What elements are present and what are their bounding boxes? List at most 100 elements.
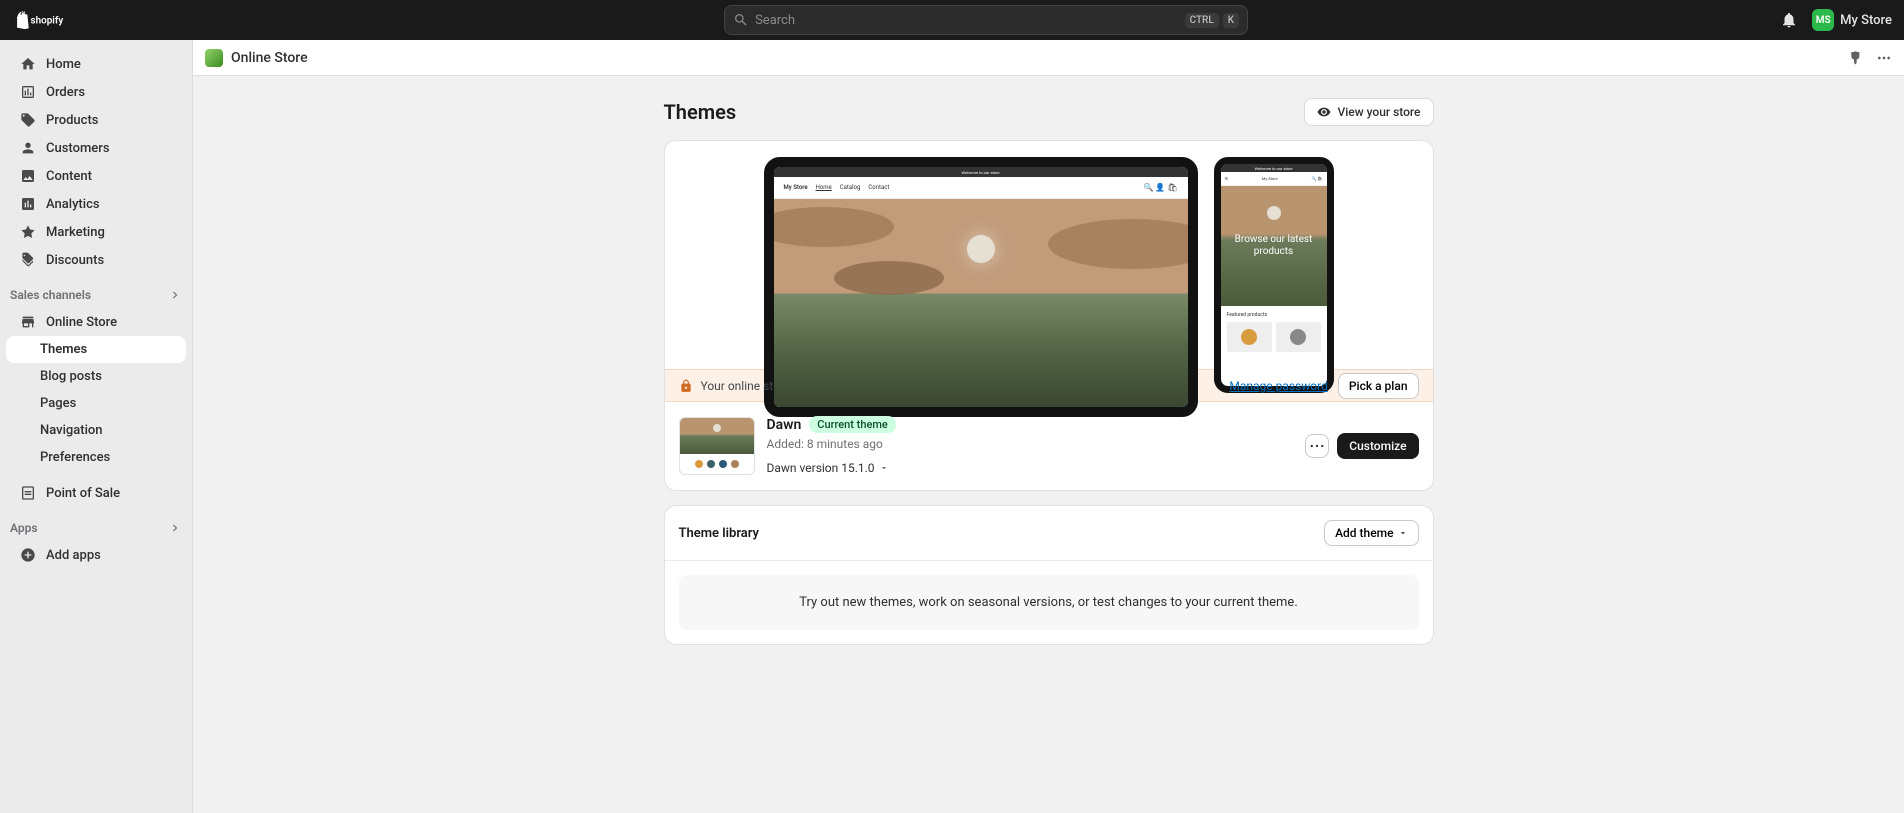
mobile-hero: Browse our latest products: [1221, 186, 1327, 306]
sidebar-item-marketing[interactable]: Marketing: [6, 218, 186, 246]
store-name: My Store: [1840, 13, 1892, 28]
library-body: Try out new themes, work on seasonal ver…: [665, 561, 1433, 644]
notification-icon[interactable]: [1780, 11, 1798, 29]
add-theme-label: Add theme: [1335, 526, 1393, 540]
sidebar-item-add-apps[interactable]: Add apps: [6, 541, 186, 569]
sec-header-left: Online Store: [205, 49, 1832, 67]
content-icon: [20, 168, 36, 184]
header-right: MS My Store: [1780, 9, 1892, 31]
analytics-icon: [20, 196, 36, 212]
section-label: Sales channels: [10, 288, 91, 302]
sidebar-label: Home: [46, 57, 81, 72]
preview-nav-home: Home: [816, 184, 832, 191]
search-icon: [733, 12, 749, 28]
view-store-label: View your store: [1337, 105, 1420, 119]
sec-header-right: [1832, 50, 1892, 66]
key-ctrl: CTRL: [1185, 13, 1219, 28]
sub-nav-navigation[interactable]: Navigation: [6, 417, 186, 444]
store-menu-button[interactable]: MS My Store: [1812, 9, 1892, 31]
page-title: Themes: [664, 100, 737, 124]
theme-name: Dawn: [767, 417, 802, 433]
sec-header-title: Online Store: [231, 50, 308, 66]
discounts-icon: [20, 252, 36, 268]
sub-nav-themes[interactable]: Themes: [6, 336, 186, 363]
customize-button[interactable]: Customize: [1337, 433, 1418, 459]
sidebar-item-products[interactable]: Products: [6, 106, 186, 134]
customers-icon: [20, 140, 36, 156]
preview-nav-contact: Contact: [868, 184, 889, 191]
sidebar-label: Orders: [46, 85, 85, 100]
sidebar-label: Point of Sale: [46, 486, 120, 501]
preview-brand: My Store: [784, 184, 808, 191]
mobile-brand: My Store: [1262, 176, 1278, 181]
online-store-app-icon: [205, 49, 223, 67]
mobile-product-thumb: [1227, 322, 1272, 352]
preview-zone: Welcome to our store My Store Home Catal…: [665, 141, 1433, 369]
sidebar-label: Marketing: [46, 225, 105, 240]
shopify-logo: shopify: [12, 10, 80, 30]
more-horizontal-icon[interactable]: [1876, 50, 1892, 66]
content-inner: Themes View your store Welcome to our st…: [664, 98, 1434, 813]
sidebar-item-pos[interactable]: Point of Sale: [6, 479, 186, 507]
logo-box: shopify: [12, 10, 192, 30]
chevron-right-icon[interactable]: [168, 288, 182, 302]
key-k: K: [1223, 13, 1239, 28]
library-title: Theme library: [679, 526, 760, 541]
mobile-browse-text: Browse our latest products: [1221, 234, 1327, 258]
theme-thumbnail: [679, 417, 755, 475]
home-icon: [20, 56, 36, 72]
store-icon: [20, 314, 36, 330]
sidebar-item-discounts[interactable]: Discounts: [6, 246, 186, 274]
section-label: Apps: [10, 521, 38, 535]
pin-icon[interactable]: [1846, 50, 1862, 66]
preview-nav-catalog: Catalog: [840, 184, 861, 191]
preview-header: My Store Home Catalog Contact 🔍 👤 🛍: [774, 177, 1188, 199]
mobile-announcement: Welcome to our store: [1221, 164, 1327, 172]
sidebar-item-orders[interactable]: Orders: [6, 78, 186, 106]
theme-more-button[interactable]: [1305, 434, 1329, 458]
search-placeholder: Search: [755, 13, 1184, 28]
shortcut-keys: CTRL K: [1185, 13, 1240, 28]
add-theme-button[interactable]: Add theme: [1324, 520, 1418, 546]
sidebar-label: Add apps: [46, 548, 101, 563]
search-input[interactable]: Search CTRL K: [724, 5, 1248, 35]
theme-version-label: Dawn version 15.1.0: [767, 461, 875, 475]
sub-nav-pages[interactable]: Pages: [6, 390, 186, 417]
sidebar-label: Discounts: [46, 253, 104, 268]
eye-icon: [1317, 105, 1331, 119]
sidebar-item-home[interactable]: Home: [6, 50, 186, 78]
mobile-product-thumb: [1276, 322, 1321, 352]
dots-horizontal-icon: [1310, 444, 1324, 448]
sidebar-item-customers[interactable]: Customers: [6, 134, 186, 162]
sub-nav-preferences[interactable]: Preferences: [6, 444, 186, 471]
library-head: Theme library Add theme: [665, 506, 1433, 561]
lock-icon: [679, 379, 693, 393]
theme-version-dropdown[interactable]: Dawn version 15.1.0: [767, 461, 889, 475]
search-wrap: Search CTRL K: [192, 5, 1780, 35]
svg-text:shopify: shopify: [31, 16, 64, 27]
pick-plan-button[interactable]: Pick a plan: [1338, 373, 1419, 399]
section-header-apps: Apps: [0, 507, 192, 541]
theme-library-card: Theme library Add theme Try out new them…: [664, 505, 1434, 645]
page-title-row: Themes View your store: [664, 98, 1434, 126]
sidebar-item-content[interactable]: Content: [6, 162, 186, 190]
app-header: shopify Search CTRL K MS My Store: [0, 0, 1904, 40]
sidebar-item-analytics[interactable]: Analytics: [6, 190, 186, 218]
manage-password-link[interactable]: Manage password: [1229, 379, 1327, 393]
view-store-button[interactable]: View your store: [1304, 98, 1433, 126]
theme-added-text: Added: 8 minutes ago: [767, 437, 1294, 451]
sidebar-item-online-store[interactable]: Online Store: [6, 308, 186, 336]
chevron-down-icon: [1398, 528, 1408, 538]
main-row: Home Orders Products Customers Content A…: [0, 40, 1904, 813]
current-theme-card: Welcome to our store My Store Home Catal…: [664, 140, 1434, 491]
desktop-preview[interactable]: Welcome to our store My Store Home Catal…: [764, 157, 1198, 417]
sidebar-label: Products: [46, 113, 98, 128]
mobile-preview[interactable]: Welcome to our store ☰ My Store 🔍 🛍 Brow…: [1214, 157, 1334, 393]
plus-circle-icon: [20, 547, 36, 563]
products-icon: [20, 112, 36, 128]
sidebar: Home Orders Products Customers Content A…: [0, 40, 193, 813]
chevron-right-icon[interactable]: [168, 521, 182, 535]
preview-announcement: Welcome to our store: [774, 167, 1188, 177]
pos-icon: [20, 485, 36, 501]
sub-nav-blog-posts[interactable]: Blog posts: [6, 363, 186, 390]
